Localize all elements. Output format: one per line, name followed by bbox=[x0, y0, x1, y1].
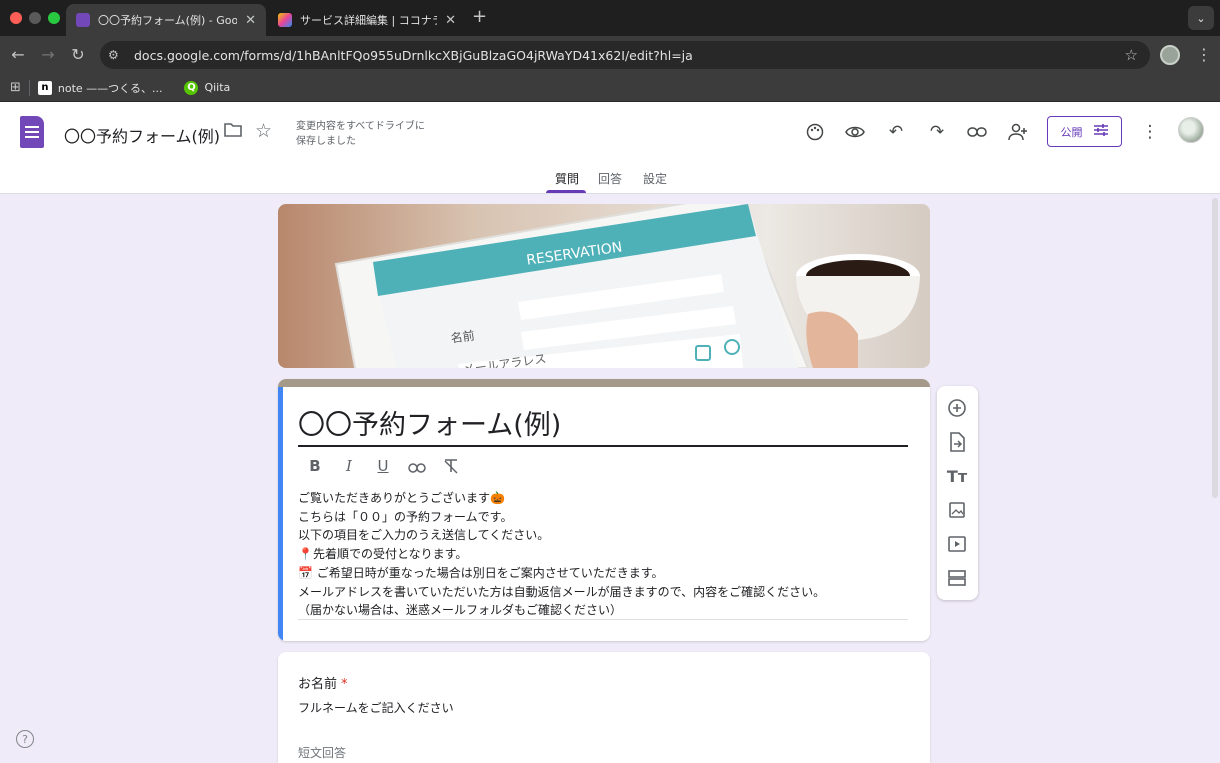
save-status-line: 変更内容をすべてドライブに bbox=[296, 121, 425, 132]
bookmarks-bar: ⊞ n note ——つくる、... Q Qiita bbox=[0, 74, 1220, 102]
browser-tab-forms[interactable]: 〇〇予約フォーム(例) - Google ✕ bbox=[66, 4, 266, 36]
publish-settings-icon bbox=[1093, 123, 1109, 140]
tab-questions[interactable]: 質問 bbox=[555, 170, 579, 187]
required-asterisk: * bbox=[341, 677, 348, 692]
star-icon[interactable]: ☆ bbox=[255, 120, 272, 142]
active-card-indicator bbox=[278, 387, 283, 641]
redo-icon[interactable]: ↷ bbox=[925, 120, 949, 144]
coconala-favicon-icon bbox=[278, 13, 292, 27]
account-avatar[interactable] bbox=[1178, 117, 1204, 143]
bookmark-star-icon[interactable]: ☆ bbox=[1125, 46, 1138, 64]
publish-label: 公開 bbox=[1060, 125, 1083, 139]
description-line: 📍先着順での受付となります。 bbox=[298, 547, 468, 562]
close-window-button[interactable] bbox=[10, 12, 22, 24]
add-title-description-icon[interactable]: Tт bbox=[945, 464, 969, 488]
browser-menu-icon[interactable]: ⋮ bbox=[1196, 45, 1212, 64]
tab-responses[interactable]: 回答 bbox=[598, 170, 622, 187]
tab-title: 〇〇予約フォーム(例) - Google bbox=[98, 14, 238, 27]
bold-icon[interactable]: B bbox=[305, 457, 325, 475]
add-video-icon[interactable] bbox=[945, 532, 969, 556]
question-title-text: お名前 bbox=[298, 677, 338, 692]
save-status-line: 保存しました bbox=[296, 136, 356, 147]
customize-theme-palette-icon[interactable] bbox=[803, 120, 827, 144]
add-image-icon[interactable] bbox=[945, 498, 969, 522]
minimize-window-button[interactable] bbox=[29, 12, 41, 24]
zoom-window-button[interactable] bbox=[48, 12, 60, 24]
browser-tab-strip: 〇〇予約フォーム(例) - Google ✕ サービス詳細編集 | ココナラ ✕… bbox=[0, 0, 1220, 36]
page-scrollbar[interactable] bbox=[1212, 198, 1218, 498]
description-line: ご覧いただきありがとうございます🎃 bbox=[298, 491, 505, 505]
description-line: メールアドレスを書いていただいた方は自動返信メールが届きますので、内容をご確認く… bbox=[298, 584, 826, 599]
add-collaborators-icon[interactable] bbox=[1006, 120, 1030, 144]
tab-title: サービス詳細編集 | ココナラ bbox=[300, 14, 438, 27]
browser-toolbar: ← → ↻ ⚙ docs.google.com/forms/d/1hBAnltF… bbox=[0, 36, 1220, 74]
description-line: （届かない場合は、迷惑メールフォルダもご確認ください） bbox=[298, 603, 623, 618]
forms-tabs: 質問 回答 設定 bbox=[0, 168, 1220, 194]
form-title-card[interactable]: 〇〇予約フォーム(例) B I U ご覧いただきありがとうございます🎃 こちらは… bbox=[278, 379, 930, 641]
bookmark-separator bbox=[28, 79, 30, 96]
form-canvas: RESERVATION 名前 メールアラレス 〇〇予約フォーム(例) B I U bbox=[0, 194, 1220, 763]
note-logo-icon: n bbox=[37, 80, 52, 95]
copy-link-icon[interactable] bbox=[965, 120, 989, 144]
clear-formatting-icon[interactable] bbox=[441, 458, 461, 476]
apps-grid-icon[interactable]: ⊞ bbox=[10, 80, 21, 95]
description-line: 📅 ご希望日時が重なった場合は別日をご案内させていただきます。 bbox=[298, 565, 664, 580]
new-tab-button[interactable]: + bbox=[472, 6, 487, 27]
url-text[interactable]: docs.google.com/forms/d/1hBAnltFQo955uDr… bbox=[134, 48, 1125, 63]
theme-color-bar bbox=[278, 379, 930, 387]
browser-profile-avatar[interactable] bbox=[1160, 45, 1180, 65]
bookmark-label: Qiita bbox=[204, 81, 231, 94]
forward-arrow-icon[interactable]: → bbox=[38, 45, 58, 64]
reload-icon[interactable]: ↻ bbox=[68, 45, 88, 64]
browser-tab-coconala[interactable]: サービス詳細編集 | ココナラ ✕ bbox=[268, 4, 466, 36]
description-line: 以下の項目をご入力のうえ送信してください。 bbox=[298, 528, 550, 543]
question-help-text: フルネームをご記入ください bbox=[298, 701, 454, 715]
form-description[interactable]: ご覧いただきありがとうございます🎃 こちらは「００」の予約フォームです。 以下の… bbox=[298, 489, 908, 620]
short-answer-placeholder: 短文回答 bbox=[298, 746, 347, 760]
save-status: 変更内容をすべてドライブに 保存しました bbox=[296, 119, 425, 149]
more-options-icon[interactable]: ⋮ bbox=[1138, 120, 1162, 144]
title-underline bbox=[298, 445, 908, 447]
move-to-folder-icon[interactable] bbox=[224, 122, 242, 143]
tab-search-chevron-icon[interactable]: ⌄ bbox=[1188, 6, 1214, 30]
description-line: こちらは「００」の予約フォームです。 bbox=[298, 509, 513, 524]
address-bar[interactable]: ⚙ docs.google.com/forms/d/1hBAnltFQo955u… bbox=[100, 41, 1150, 69]
add-section-icon[interactable] bbox=[945, 566, 969, 590]
google-forms-logo-icon[interactable] bbox=[20, 116, 44, 148]
publish-button[interactable]: 公開 bbox=[1047, 116, 1122, 147]
forms-favicon-icon bbox=[76, 13, 90, 27]
help-icon[interactable]: ? bbox=[16, 730, 34, 748]
forms-header: 〇〇予約フォーム(例) ☆ 変更内容をすべてドライブに 保存しました ↶ ↷ 公… bbox=[0, 102, 1220, 194]
header-image[interactable]: RESERVATION 名前 メールアラレス bbox=[278, 204, 930, 368]
underline-icon[interactable]: U bbox=[373, 457, 393, 475]
bookmark-label: note ——つくる、... bbox=[57, 81, 163, 95]
site-info-icon[interactable]: ⚙ bbox=[108, 48, 130, 62]
qiita-logo-icon: Q bbox=[184, 80, 199, 95]
active-tab-indicator bbox=[546, 190, 586, 193]
preview-eye-icon[interactable] bbox=[843, 120, 867, 144]
tab-settings[interactable]: 設定 bbox=[643, 170, 667, 187]
question-card[interactable]: お名前 * フルネームをご記入ください 短文回答 bbox=[278, 652, 930, 763]
bookmark-qiita[interactable]: Q Qiita bbox=[184, 80, 231, 95]
close-tab-icon[interactable]: ✕ bbox=[445, 13, 456, 28]
add-question-icon[interactable] bbox=[945, 396, 969, 420]
insert-link-icon[interactable] bbox=[407, 459, 427, 477]
italic-icon[interactable]: I bbox=[339, 457, 359, 475]
undo-icon[interactable]: ↶ bbox=[884, 120, 908, 144]
back-arrow-icon[interactable]: ← bbox=[8, 45, 28, 64]
form-title-input[interactable]: 〇〇予約フォーム(例) bbox=[298, 403, 561, 442]
document-title[interactable]: 〇〇予約フォーム(例) bbox=[64, 123, 220, 147]
import-questions-icon[interactable] bbox=[945, 430, 969, 454]
question-title: お名前 * bbox=[298, 673, 348, 692]
bookmark-note[interactable]: n note ——つくる、... bbox=[37, 80, 163, 96]
close-tab-icon[interactable]: ✕ bbox=[245, 13, 256, 28]
floating-toolbar: Tт bbox=[937, 386, 978, 600]
description-underline bbox=[298, 619, 908, 620]
